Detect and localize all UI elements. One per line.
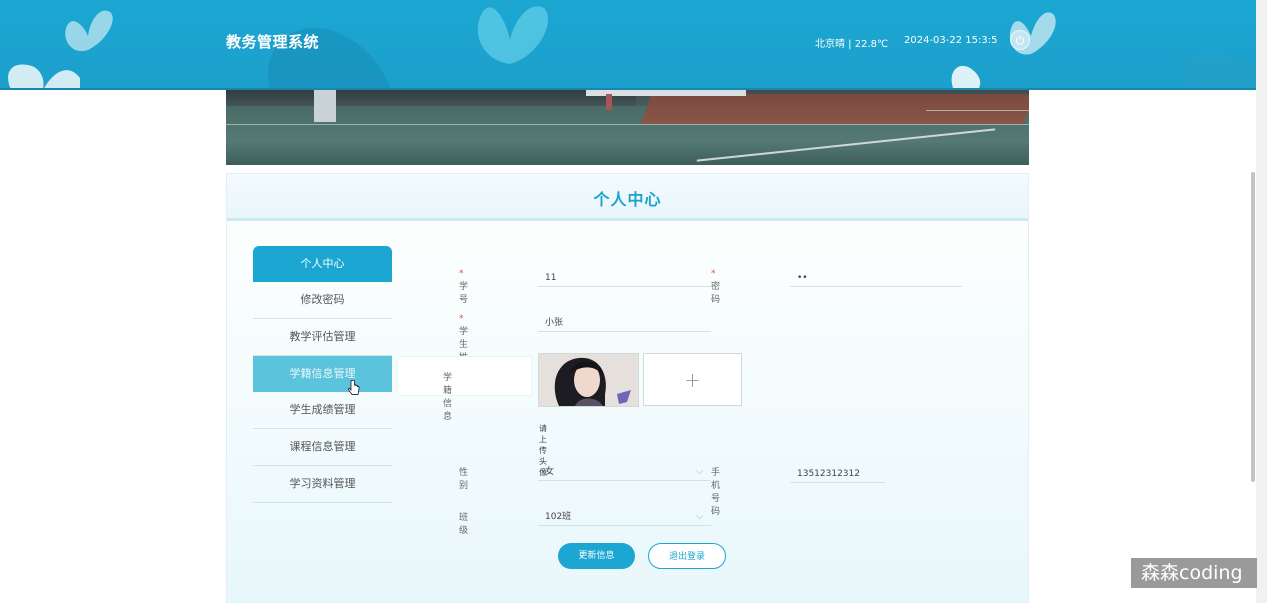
plus-icon: + [684, 367, 701, 392]
top-header: 教务管理系统 北京晴 | 22.8℃ 2024-03-22 15:3:5 [0, 0, 1256, 90]
student-id-field[interactable]: 11 [538, 265, 711, 287]
gender-select[interactable]: 女 ⌵ [538, 459, 711, 481]
butterfly-decoration-icon [1180, 40, 1256, 88]
sidebar-item-course-info[interactable]: 课程信息管理 [253, 429, 392, 466]
personal-center-card: 个人中心 个人中心 修改密码 教学评估管理 学籍信息管理 学生成绩管理 课程信息… [226, 173, 1029, 603]
sidebar-item-label: 教学评估管理 [289, 330, 356, 343]
sidebar-item-label: 学习资料管理 [289, 477, 356, 490]
butterfly-decoration-icon [60, 6, 116, 58]
sidebar-item-personal-center[interactable]: 个人中心 [253, 246, 392, 282]
password-label: *密码 [711, 269, 721, 305]
gender-label: 性别 [459, 468, 469, 491]
chevron-down-icon: ⌵ [696, 512, 703, 522]
weather-info: 北京晴 | 22.8℃ [815, 39, 889, 50]
sidebar-item-student-grades[interactable]: 学生成绩管理 [253, 392, 392, 429]
enrollment-info-label: 学籍信息 [443, 373, 453, 422]
enrollment-info-box [397, 356, 532, 396]
banner-image [226, 88, 1029, 165]
sidebar-item-label: 课程信息管理 [289, 440, 356, 453]
upload-avatar-button[interactable]: + [643, 353, 742, 406]
sidebar-item-enrollment-info[interactable]: 学籍信息管理 [253, 356, 392, 395]
page-scrollbar-track[interactable] [1256, 0, 1267, 603]
page-scrollbar-thumb[interactable] [1251, 172, 1255, 482]
password-field[interactable]: •• [790, 265, 962, 287]
butterfly-decoration-icon [2, 52, 82, 88]
butterfly-decoration-icon [470, 0, 552, 66]
sidebar-item-label: 学籍信息管理 [289, 367, 356, 380]
student-name-field[interactable]: 小张 [538, 310, 711, 332]
watermark-label: 森森coding [1131, 558, 1257, 588]
sidebar-item-change-password[interactable]: 修改密码 [253, 282, 392, 319]
update-info-button[interactable]: 更新信息 [558, 543, 635, 569]
sidebar-item-teaching-evaluation[interactable]: 教学评估管理 [253, 319, 392, 356]
phone-label: 手机号码 [711, 468, 721, 517]
page-title: 个人中心 [593, 190, 662, 209]
phone-field[interactable]: 13512312312 [790, 461, 885, 483]
avatar-image[interactable] [538, 353, 639, 407]
app-title: 教务管理系统 [226, 33, 320, 51]
sidebar-item-study-materials[interactable]: 学习资料管理 [253, 466, 392, 503]
class-select[interactable]: 102班 ⌵ [538, 504, 711, 526]
current-datetime: 2024-03-22 15:3:5 [904, 35, 998, 46]
sidebar-item-label: 学生成绩管理 [289, 403, 356, 416]
class-label: 班级 [459, 513, 469, 536]
butterfly-decoration-icon [945, 56, 1009, 88]
student-id-label: *学号 [459, 269, 469, 305]
sidebar-item-label: 修改密码 [300, 293, 345, 306]
sidebar-menu: 个人中心 修改密码 教学评估管理 学籍信息管理 学生成绩管理 课程信息管理 学习… [253, 246, 392, 503]
card-header: 个人中心 [227, 174, 1028, 221]
hand-cursor-icon [347, 376, 360, 395]
logout-button[interactable]: 退出登录 [648, 543, 726, 569]
sidebar-item-label: 个人中心 [300, 257, 345, 270]
chevron-down-icon: ⌵ [696, 467, 703, 477]
power-icon[interactable] [1010, 30, 1030, 50]
